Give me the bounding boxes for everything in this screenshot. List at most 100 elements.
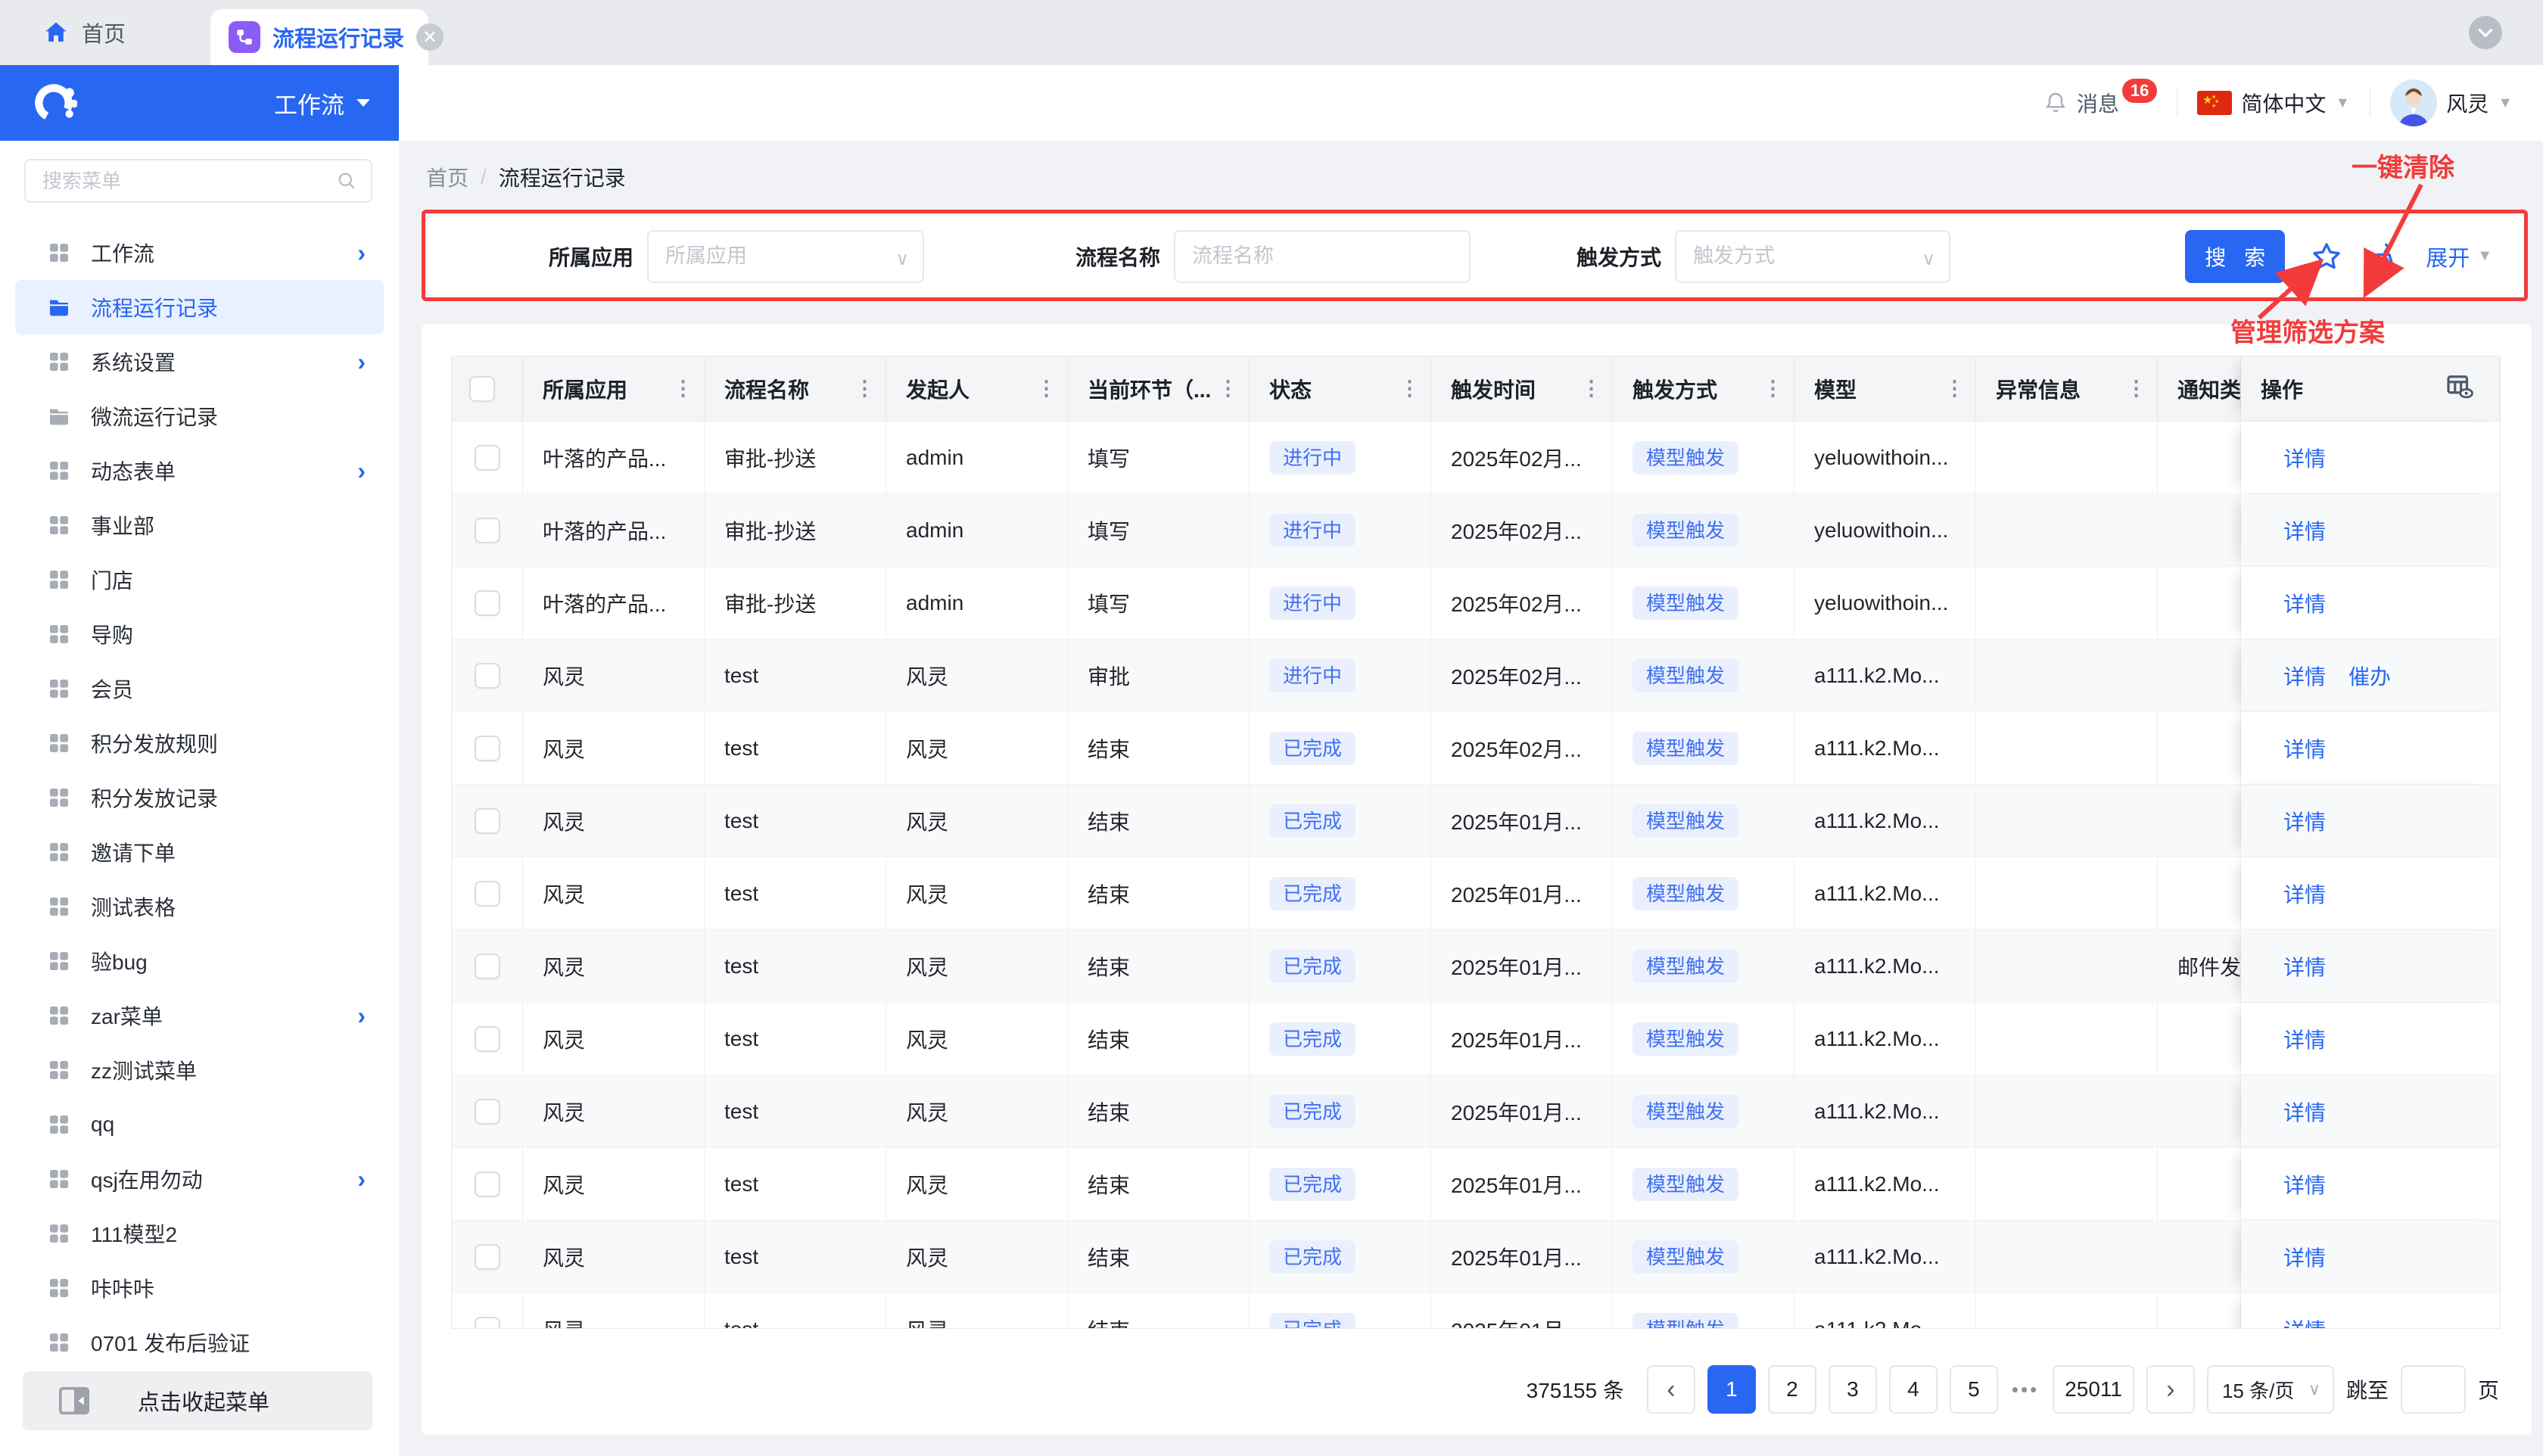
column-menu-icon[interactable]: ⋮: [1212, 377, 1238, 400]
sidebar-item-18[interactable]: 111模型2: [0, 1206, 399, 1261]
sidebar-item-0[interactable]: 工作流›: [0, 226, 399, 280]
tab-active[interactable]: 流程运行记录 ✕: [210, 9, 428, 65]
collapse-menu-button[interactable]: 点击收起菜单: [23, 1371, 372, 1430]
page-unit-label: 页: [2478, 1374, 2499, 1405]
page-size-select[interactable]: 15 条/页 ∨: [2207, 1365, 2334, 1414]
prev-page-button[interactable]: ‹: [1647, 1365, 1695, 1414]
column-menu-icon[interactable]: ⋮: [1757, 377, 1783, 400]
page-button[interactable]: 4: [1889, 1365, 1938, 1414]
row-checkbox[interactable]: [475, 1317, 500, 1330]
messages-button[interactable]: 消息 16: [2043, 88, 2158, 118]
column-header-1: 流程名称⋮: [705, 356, 886, 422]
sidebar-item-3[interactable]: 微流运行记录: [0, 389, 399, 443]
urge-link[interactable]: 催办: [2348, 661, 2391, 691]
row-checkbox[interactable]: [475, 954, 500, 979]
expand-filters-link[interactable]: 展开 ▼: [2426, 241, 2492, 272]
search-button[interactable]: 搜 索: [2185, 230, 2285, 283]
sidebar-item-13[interactable]: 验bug: [0, 934, 399, 988]
main-content: 首页 / 流程运行记录 所属应用 ∨ 流程名称 触发方式 ∨ 搜 索: [399, 141, 2543, 1456]
row-checkbox[interactable]: [475, 1099, 500, 1125]
app-switcher[interactable]: 工作流: [274, 86, 372, 120]
column-menu-icon[interactable]: ⋮: [2120, 377, 2146, 400]
row-checkbox[interactable]: [475, 1171, 500, 1197]
page-button[interactable]: 1: [1707, 1365, 1756, 1414]
user-menu[interactable]: 风灵 ▼: [2390, 79, 2513, 126]
column-menu-icon[interactable]: ⋮: [1938, 377, 1965, 400]
sidebar-item-6[interactable]: 门店: [0, 552, 399, 607]
clear-filter-broom-icon[interactable]: [2368, 241, 2400, 272]
row-checkbox[interactable]: [475, 590, 500, 616]
detail-link[interactable]: 详情: [2283, 1242, 2326, 1272]
page-button[interactable]: 3: [1829, 1365, 1877, 1414]
sidebar-item-9[interactable]: 积分发放规则: [0, 716, 399, 770]
cell-time: 2025年01月...: [1431, 930, 1613, 1003]
detail-link[interactable]: 详情: [2283, 951, 2326, 982]
last-page-button[interactable]: 25011: [2053, 1365, 2134, 1414]
sidebar-item-14[interactable]: zar菜单›: [0, 988, 399, 1043]
sidebar-item-7[interactable]: 导购: [0, 607, 399, 661]
detail-link[interactable]: 详情: [2283, 661, 2326, 691]
menu-search-input[interactable]: [24, 159, 372, 203]
detail-link[interactable]: 详情: [2283, 1169, 2326, 1199]
row-checkbox[interactable]: [475, 1026, 500, 1052]
filter-name-input[interactable]: [1174, 230, 1471, 283]
row-checkbox[interactable]: [475, 736, 500, 761]
row-checkbox[interactable]: [475, 445, 500, 471]
sidebar-item-11[interactable]: 邀请下单: [0, 825, 399, 879]
column-menu-icon[interactable]: ⋮: [1030, 377, 1057, 400]
sidebar-item-8[interactable]: 会员: [0, 661, 399, 716]
page-button[interactable]: 2: [1768, 1365, 1816, 1414]
favorite-filter-icon[interactable]: [2311, 241, 2342, 272]
cell-time: 2025年02月...: [1431, 567, 1613, 639]
row-checkbox[interactable]: [475, 1244, 500, 1270]
row-checkbox[interactable]: [475, 663, 500, 689]
flag-icon: ★★★★: [2197, 91, 2232, 115]
detail-link[interactable]: 详情: [2283, 1024, 2326, 1054]
sidebar-item-15[interactable]: zz测试菜单: [0, 1043, 399, 1097]
cell-app: 风灵: [523, 639, 705, 712]
column-menu-icon[interactable]: ⋮: [1393, 377, 1420, 400]
detail-link[interactable]: 详情: [2283, 1314, 2326, 1330]
sidebar-item-12[interactable]: 测试表格: [0, 879, 399, 934]
sidebar-item-16[interactable]: qq: [0, 1097, 399, 1152]
tabbar-collapse-button[interactable]: [2469, 16, 2502, 49]
page-button[interactable]: 5: [1950, 1365, 1998, 1414]
sidebar-item-20[interactable]: 0701 发布后验证: [0, 1315, 399, 1370]
column-menu-icon[interactable]: ⋮: [1575, 377, 1601, 400]
sidebar-item-19[interactable]: 咔咔咔: [0, 1261, 399, 1315]
sidebar-item-4[interactable]: 动态表单›: [0, 443, 399, 498]
tab-home[interactable]: 首页: [42, 0, 126, 65]
next-page-button[interactable]: ›: [2146, 1365, 2195, 1414]
row-checkbox[interactable]: [475, 881, 500, 907]
detail-link[interactable]: 详情: [2283, 1097, 2326, 1127]
annotation-clear-label: 一键清除: [2352, 147, 2454, 184]
cell-status: 已完成: [1250, 1293, 1431, 1329]
detail-link[interactable]: 详情: [2283, 515, 2326, 546]
select-all-checkbox[interactable]: [469, 376, 495, 402]
column-header-2: 发起人⋮: [886, 356, 1068, 422]
row-checkbox[interactable]: [475, 808, 500, 834]
grid-icon: [47, 241, 71, 265]
jump-page-input[interactable]: [2401, 1365, 2466, 1414]
language-selector[interactable]: ★★★★ 简体中文 ▼: [2197, 88, 2350, 118]
sidebar-item-5[interactable]: 事业部: [0, 498, 399, 552]
detail-link[interactable]: 详情: [2283, 443, 2326, 473]
sidebar-item-17[interactable]: qsj在用勿动›: [0, 1152, 399, 1206]
column-menu-icon[interactable]: ⋮: [848, 377, 875, 400]
sidebar-item-1[interactable]: 流程运行记录: [15, 280, 384, 334]
detail-link[interactable]: 详情: [2283, 733, 2326, 764]
row-checkbox[interactable]: [475, 518, 500, 543]
column-settings-icon[interactable]: [2443, 370, 2475, 407]
column-menu-icon[interactable]: ⋮: [667, 377, 693, 400]
column-header-label: 模型: [1814, 374, 1857, 404]
sidebar-item-label: qq: [91, 1112, 114, 1137]
filter-app-select[interactable]: [647, 230, 924, 283]
breadcrumb-home[interactable]: 首页: [426, 162, 468, 192]
detail-link[interactable]: 详情: [2283, 879, 2326, 909]
detail-link[interactable]: 详情: [2283, 806, 2326, 836]
tab-close-icon[interactable]: ✕: [416, 23, 444, 51]
sidebar-item-10[interactable]: 积分发放记录: [0, 770, 399, 825]
sidebar-item-2[interactable]: 系统设置›: [0, 334, 399, 389]
detail-link[interactable]: 详情: [2283, 588, 2326, 618]
filter-trigger-select[interactable]: [1675, 230, 1950, 283]
